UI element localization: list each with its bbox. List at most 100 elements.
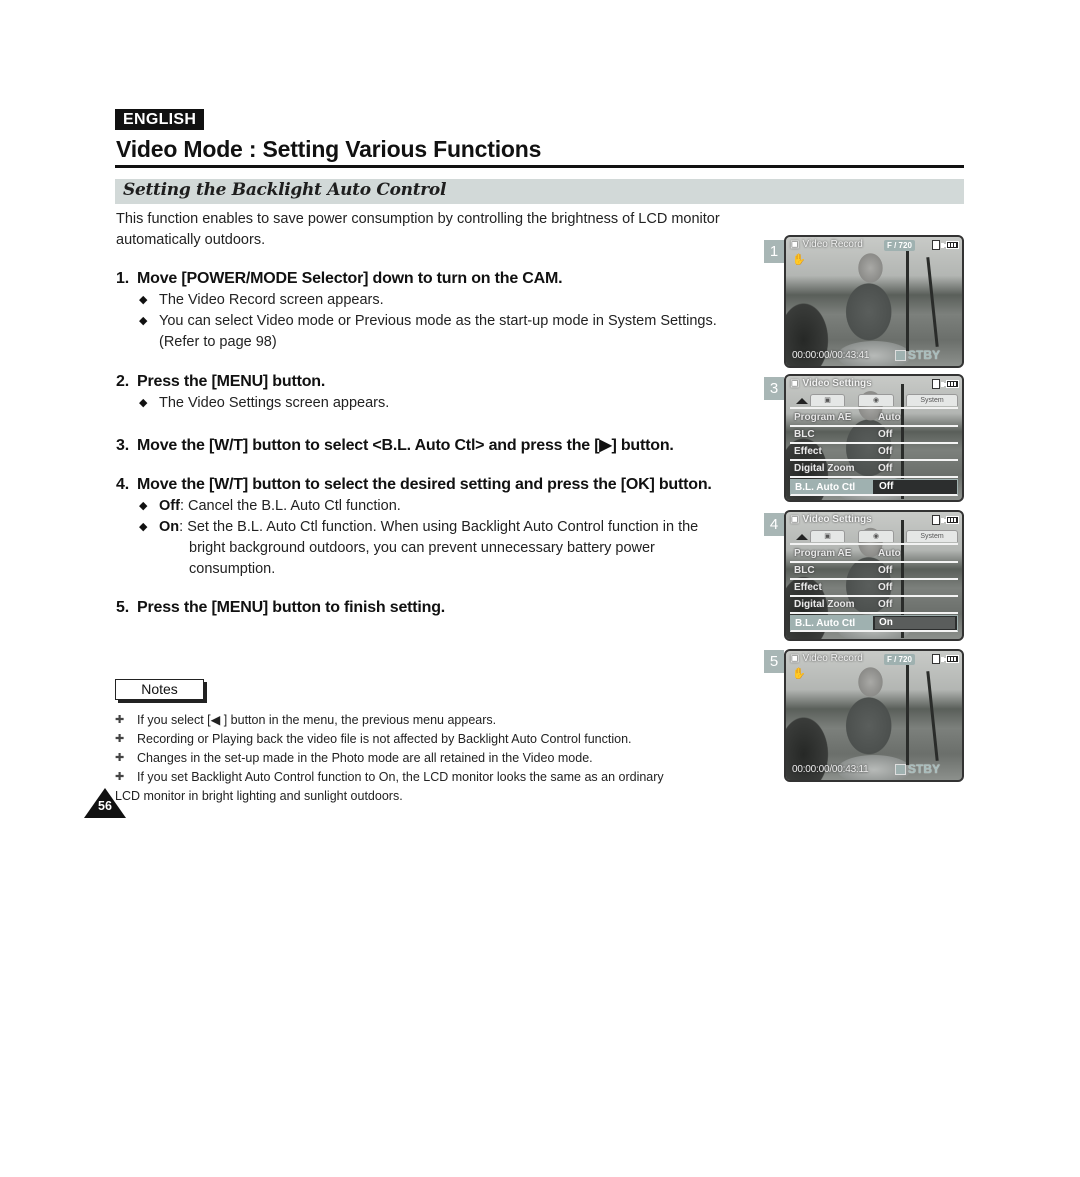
menu-row-digital-zoom[interactable]: Digital Zoom Off — [790, 597, 958, 614]
notes-label: Notes — [115, 679, 204, 700]
section-title: Setting the Backlight Auto Control — [123, 180, 447, 200]
step-number: 1. — [116, 270, 129, 287]
battery-icon — [944, 241, 959, 249]
step-number: 3. — [116, 437, 129, 454]
tab-system[interactable]: System — [906, 394, 958, 406]
up-arrow-icon[interactable] — [796, 398, 808, 404]
bullet-item-off: ◆ Off: Cancel the B.L. Auto Ctl function. — [138, 496, 758, 517]
step-text: Move the [W/T] button to select the desi… — [137, 476, 712, 493]
step-text: Move [POWER/MODE Selector] down to turn … — [137, 270, 563, 287]
battery-icon — [944, 516, 959, 524]
stop-icon — [894, 349, 906, 361]
screen-header: ▣ Video Record — [790, 239, 863, 250]
battery-icon — [944, 655, 959, 663]
step-number: 2. — [116, 373, 129, 390]
diamond-bullet-icon: ◆ — [139, 397, 148, 409]
camera-screen-record-final: ▣ Video Record F / 720 ✋ 00:00:00/00:43:1… — [784, 649, 964, 782]
camera-screen-record: ▣ Video Record F / 720 ✋ 00:00:00/00:43:4… — [784, 235, 964, 368]
menu-row-blc[interactable]: BLC Off — [790, 563, 958, 580]
menu-row-bl-auto-ctl[interactable]: B.L. Auto Ctl On — [790, 615, 958, 632]
title-divider — [115, 165, 964, 168]
screen-label: 1 — [764, 240, 784, 263]
memory-card-icon — [932, 240, 944, 250]
bullet-item-on: ◆ On: Set the B.L. Auto Ctl function. Whe… — [139, 519, 699, 577]
screen-label: 3 — [764, 377, 784, 400]
language-badge: ENGLISH — [115, 109, 205, 130]
step-text: Press the [MENU] button to finish settin… — [137, 599, 446, 616]
screen-label: 4 — [764, 513, 784, 536]
camera-screen-settings-on: ▣ Video Settings ▣ ◉ System Program AE Aut… — [784, 510, 964, 641]
diamond-bullet-icon: ◆ — [139, 294, 148, 306]
step-text: Move the [W/T] button to select <B.L. Au… — [137, 437, 674, 454]
tab-system[interactable]: System — [906, 530, 958, 542]
screen-header: ▣ Video Record — [790, 653, 863, 664]
step-4-bullets: ◆ Off: Cancel the B.L. Auto Ctl function.… — [138, 496, 758, 580]
resolution-badge: F / 720 — [884, 654, 915, 665]
cross-bullet-icon: ✚ — [115, 771, 125, 783]
timecode: 00:00:00/00:43:11 — [792, 764, 869, 775]
up-arrow-icon[interactable] — [796, 534, 808, 540]
step-text: Press the [MENU] button. — [137, 373, 326, 390]
page-title: Video Mode : Setting Various Functions — [116, 136, 542, 162]
tab-photo[interactable]: ◉ — [858, 394, 894, 406]
timecode: 00:00:00/00:43:41 — [792, 350, 870, 361]
note-item: ✚ If you select [◀ ] button in the menu, … — [115, 711, 735, 730]
stop-icon — [894, 763, 906, 775]
notes-list: ✚ If you select [◀ ] button in the menu, … — [115, 711, 735, 806]
settings-tabs: ▣ ◉ System — [790, 394, 958, 407]
battery-icon — [944, 380, 959, 388]
cross-bullet-icon: ✚ — [115, 733, 125, 745]
step-number: 5. — [116, 599, 129, 616]
camcorder-icon: ▣ — [790, 378, 800, 389]
step-4: 4. Move the [W/T] button to select the de… — [116, 476, 712, 494]
menu-row-effect[interactable]: Effect Off — [790, 580, 958, 597]
tab-video[interactable]: ▣ — [810, 394, 845, 406]
menu-row-effect[interactable]: Effect Off — [790, 444, 958, 461]
page-number-badge: 56 — [84, 788, 126, 818]
camcorder-icon: ▣ — [790, 514, 800, 525]
camcorder-icon: ▣ — [790, 239, 800, 250]
cross-bullet-icon: ✚ — [115, 752, 125, 764]
diamond-bullet-icon: ◆ — [139, 315, 148, 327]
intro-paragraph: This function enables to save power cons… — [116, 211, 720, 248]
bullet-item: ◆ The Video Settings screen appears. — [138, 393, 758, 414]
cross-bullet-icon: ✚ — [115, 714, 125, 726]
stabilizer-icon: ✋ — [792, 668, 806, 680]
diamond-bullet-icon: ◆ — [139, 500, 148, 512]
bullet-item: ◆ The Video Record screen appears. — [138, 290, 758, 311]
step-number: 4. — [116, 476, 129, 493]
step-2-bullets: ◆ The Video Settings screen appears. — [138, 393, 758, 414]
menu-row-bl-auto-ctl[interactable]: B.L. Auto Ctl Off — [790, 479, 958, 496]
step-1-bullets: ◆ The Video Record screen appears. ◆ You c… — [138, 290, 758, 353]
diamond-bullet-icon: ◆ — [139, 521, 148, 533]
screen-header: ▣ Video Settings — [790, 514, 872, 525]
settings-tabs: ▣ ◉ System — [790, 530, 958, 543]
menu-row-blc[interactable]: BLC Off — [790, 427, 958, 444]
stabilizer-icon: ✋ — [792, 254, 806, 266]
resolution-badge: F / 720 — [884, 240, 915, 251]
step-3: 3. Move the [W/T] button to select <B.L. … — [116, 435, 674, 455]
tab-photo[interactable]: ◉ — [858, 530, 894, 542]
section-header: Setting the Backlight Auto Control — [115, 179, 964, 204]
camera-screen-settings-off: ▣ Video Settings ▣ ◉ System Program AE Aut… — [784, 374, 964, 502]
menu-row-program-ae[interactable]: Program AE Auto — [790, 410, 958, 427]
note-item: ✚ Changes in the set-up made in the Photo… — [115, 749, 735, 768]
tab-video[interactable]: ▣ — [810, 530, 845, 542]
menu-row-program-ae[interactable]: Program AE Auto — [790, 546, 958, 563]
camcorder-icon: ▣ — [790, 653, 800, 664]
bullet-item: ◆ You can select Video mode or Previous m… — [139, 313, 717, 350]
page-number: 56 — [98, 799, 112, 813]
memory-card-icon — [932, 654, 944, 664]
memory-card-icon — [932, 515, 944, 525]
menu-row-digital-zoom[interactable]: Digital Zoom Off — [790, 461, 958, 478]
screen-header: ▣ Video Settings — [790, 378, 872, 389]
status-indicator: STBY — [894, 348, 940, 362]
note-item: ✚ If you set Backlight Auto Control funct… — [115, 770, 664, 803]
status-indicator: STBY — [894, 762, 940, 776]
step-2: 2. Press the [MENU] button. — [116, 373, 325, 391]
step-5: 5. Press the [MENU] button to finish sett… — [116, 599, 445, 617]
note-item: ✚ Recording or Playing back the video fil… — [115, 730, 735, 749]
memory-card-icon — [932, 379, 944, 389]
screen-label: 5 — [764, 650, 784, 673]
step-1: 1. Move [POWER/MODE Selector] down to tur… — [116, 270, 563, 288]
